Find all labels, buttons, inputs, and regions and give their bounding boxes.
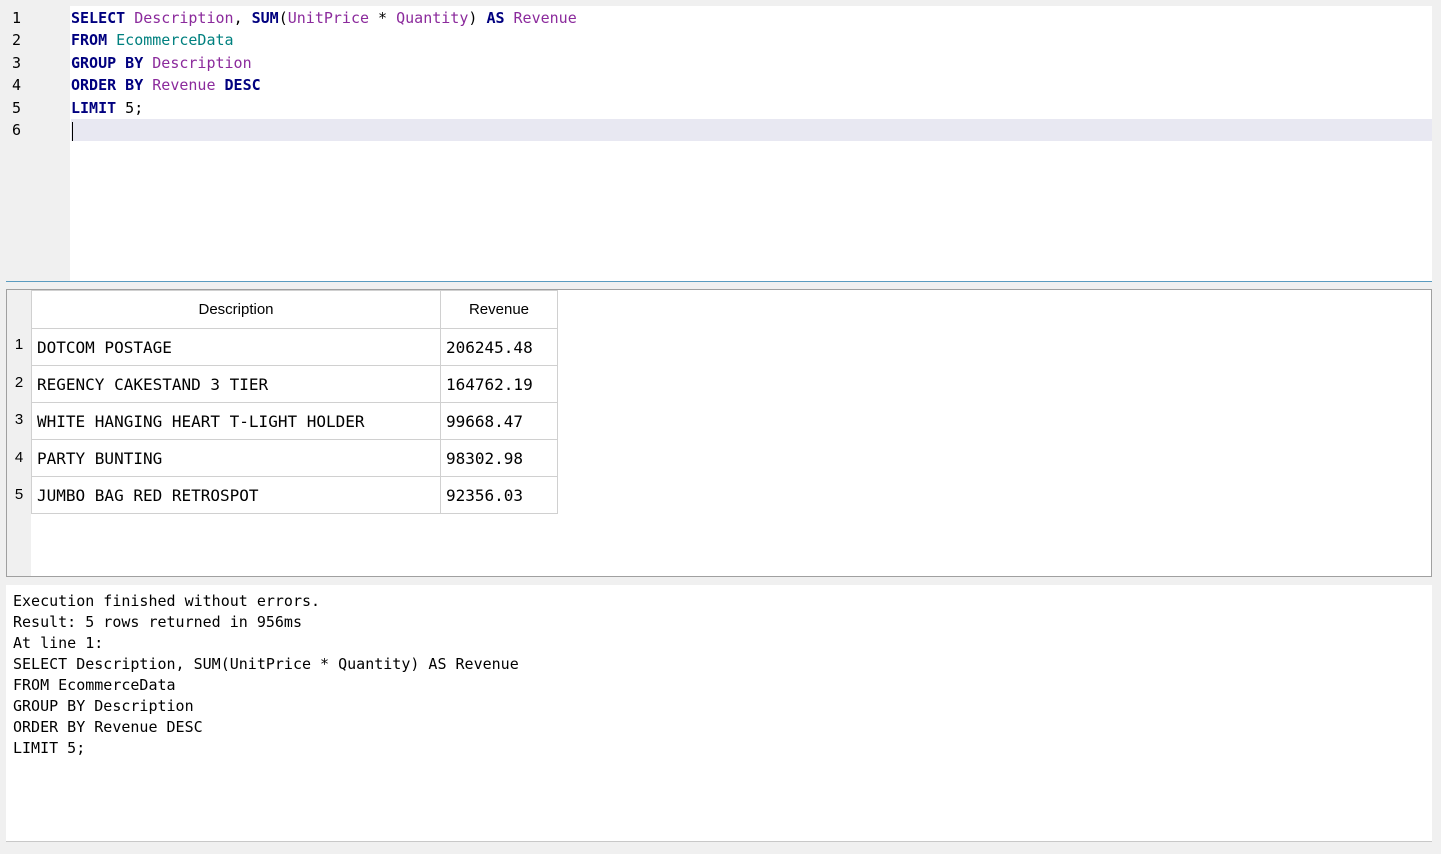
row-number[interactable]: 5 xyxy=(7,476,31,513)
line-number: 3 xyxy=(12,54,22,72)
column-header-revenue[interactable]: Revenue xyxy=(440,290,558,329)
code-line[interactable]: SELECT Description, SUM(UnitPrice * Quan… xyxy=(71,7,1432,29)
sql-editor[interactable]: 1 2 3 4 5 6 SELECT Description, SUM(Unit… xyxy=(6,6,1432,282)
code-line[interactable]: GROUP BY Description xyxy=(71,52,1432,74)
line-number: 5 xyxy=(12,99,22,117)
message-line: FROM EcommerceData xyxy=(13,676,176,694)
sql-identifier: Quantity xyxy=(396,9,469,27)
message-line: ORDER BY Revenue DESC xyxy=(13,718,203,736)
table-row[interactable]: DOTCOM POSTAGE 206245.48 xyxy=(31,328,558,366)
sql-punctuation xyxy=(216,76,225,94)
revenue-cell[interactable]: 98302.98 xyxy=(440,439,558,477)
revenue-cell[interactable]: 206245.48 xyxy=(440,328,558,366)
line-number: 4 xyxy=(12,76,22,94)
row-header-column: 1 2 3 4 5 xyxy=(7,290,31,576)
current-code-line[interactable] xyxy=(71,119,1432,141)
message-line: Execution finished without errors. xyxy=(13,592,321,610)
table-row[interactable]: WHITE HANGING HEART T-LIGHT HOLDER 99668… xyxy=(31,402,558,440)
table-row[interactable]: PARTY BUNTING 98302.98 xyxy=(31,439,558,477)
row-number[interactable]: 2 xyxy=(7,364,31,401)
text-caret xyxy=(72,122,73,141)
sql-punctuation: ( xyxy=(278,9,288,27)
sql-punctuation xyxy=(505,9,514,27)
column-header-description[interactable]: Description xyxy=(31,290,441,329)
code-line[interactable]: LIMIT 5; xyxy=(71,97,1432,119)
message-line: LIMIT 5; xyxy=(13,739,86,757)
message-line: GROUP BY Description xyxy=(13,697,194,715)
sql-punctuation xyxy=(143,54,152,72)
code-line[interactable]: ORDER BY Revenue DESC xyxy=(71,74,1432,96)
sql-punctuation: , xyxy=(233,9,252,27)
row-number[interactable]: 4 xyxy=(7,439,31,476)
line-number: 1 xyxy=(12,9,22,27)
description-cell[interactable]: DOTCOM POSTAGE xyxy=(31,328,441,366)
sql-punctuation: * xyxy=(369,9,397,27)
description-cell[interactable]: PARTY BUNTING xyxy=(31,439,441,477)
row-number[interactable]: 3 xyxy=(7,401,31,438)
sql-identifier: UnitPrice xyxy=(287,9,370,27)
revenue-cell[interactable]: 99668.47 xyxy=(440,402,558,440)
sql-punctuation xyxy=(143,76,152,94)
message-pane[interactable]: Execution finished without errors. Resul… xyxy=(6,585,1432,842)
header-row: Description Revenue xyxy=(31,290,558,329)
sql-keyword: DESC xyxy=(224,76,261,94)
description-cell[interactable]: JUMBO BAG RED RETROSPOT xyxy=(31,476,441,514)
revenue-cell[interactable]: 164762.19 xyxy=(440,365,558,403)
sql-punctuation xyxy=(125,9,134,27)
results-table: Description Revenue DOTCOM POSTAGE 20624… xyxy=(31,290,558,514)
sql-identifier: Description xyxy=(134,9,234,27)
sql-identifier: Revenue xyxy=(513,9,577,27)
sql-keyword: SUM xyxy=(251,9,279,27)
results-grid[interactable]: 1 2 3 4 5 Description Revenue DOTCOM POS… xyxy=(6,289,1432,577)
sql-keyword: GROUP BY xyxy=(71,54,144,72)
sql-punctuation xyxy=(107,31,116,49)
line-number: 6 xyxy=(12,121,22,139)
sql-punctuation: ) xyxy=(468,9,487,27)
code-line[interactable]: FROM EcommerceData xyxy=(71,29,1432,51)
description-cell[interactable]: WHITE HANGING HEART T-LIGHT HOLDER xyxy=(31,402,441,440)
sql-keyword: LIMIT xyxy=(71,99,117,117)
sql-keyword: FROM xyxy=(71,31,108,49)
sql-keyword: AS xyxy=(486,9,505,27)
table-row[interactable]: JUMBO BAG RED RETROSPOT 92356.03 xyxy=(31,476,558,514)
message-line: SELECT Description, SUM(UnitPrice * Quan… xyxy=(13,655,519,673)
sql-punctuation: 5; xyxy=(116,99,144,117)
sql-table-name: EcommerceData xyxy=(116,31,234,49)
sql-keyword: ORDER BY xyxy=(71,76,144,94)
line-number: 2 xyxy=(12,31,22,49)
message-line: At line 1: xyxy=(13,634,104,652)
message-line: Result: 5 rows returned in 956ms xyxy=(13,613,302,631)
revenue-cell[interactable]: 92356.03 xyxy=(440,476,558,514)
sql-identifier: Description xyxy=(152,54,252,72)
table-row[interactable]: REGENCY CAKESTAND 3 TIER 164762.19 xyxy=(31,365,558,403)
sql-identifier: Revenue xyxy=(152,76,216,94)
row-number[interactable]: 1 xyxy=(7,326,31,363)
description-cell[interactable]: REGENCY CAKESTAND 3 TIER xyxy=(31,365,441,403)
sql-keyword: SELECT xyxy=(71,9,126,27)
line-number-gutter: 1 2 3 4 5 6 xyxy=(6,6,70,281)
